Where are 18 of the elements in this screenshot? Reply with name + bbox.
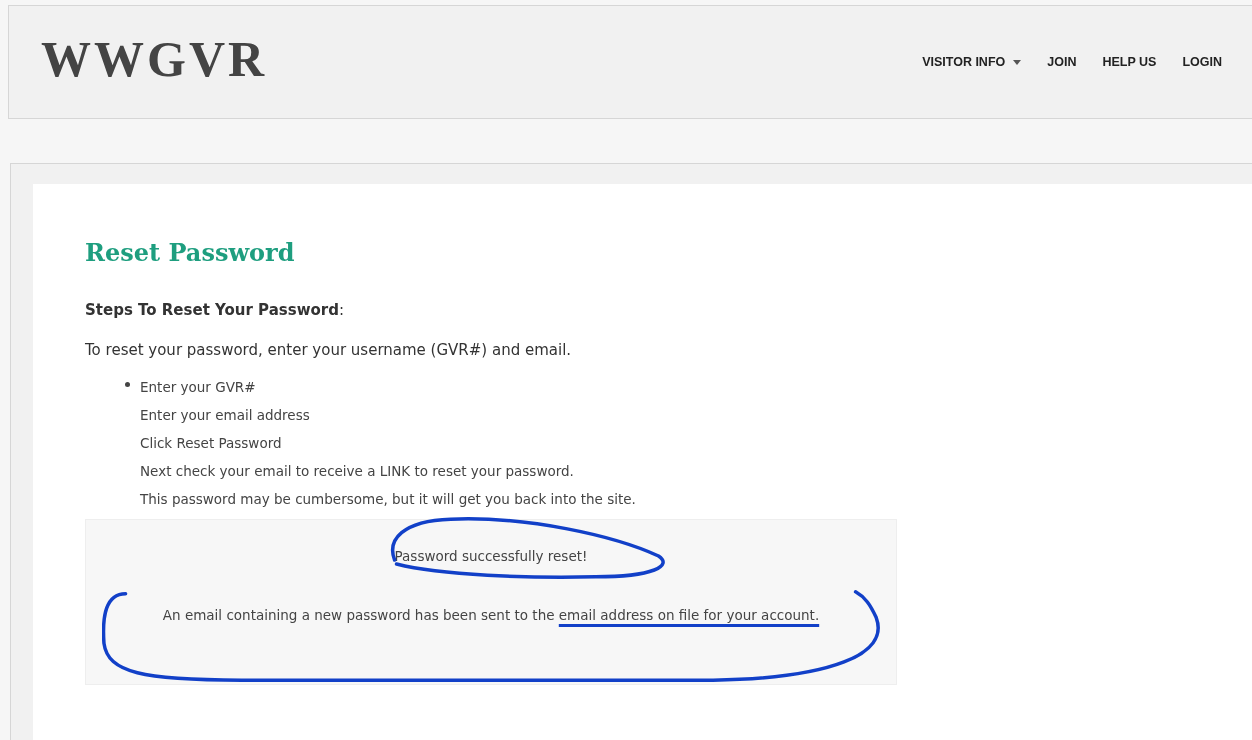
success-message: Password successfully reset! — [394, 548, 588, 564]
nav-link[interactable]: VISITOR INFO — [922, 55, 1022, 69]
step-text: Click Reset Password — [140, 434, 283, 453]
step-text: This password may be cumbersome, but it will get you back into the site. — [140, 490, 636, 509]
page-title: Reset Password — [85, 238, 296, 267]
nav-link[interactable]: JOIN — [1047, 55, 1077, 69]
account-email-link[interactable]: email address on file for your account. — [558, 607, 820, 623]
step-text: Enter your GVR# — [140, 378, 257, 397]
steps-heading: Steps To Reset Your Password: — [85, 301, 346, 319]
step-text: Next check your email to receive a LINK to reset your password. — [140, 462, 575, 481]
caret-icon — [1013, 59, 1022, 65]
nav-link[interactable]: HELP US — [1102, 55, 1157, 69]
step-text: Enter your email address — [140, 406, 311, 425]
bullet-icon — [125, 382, 130, 387]
site-logo[interactable]: WWGVR — [41, 30, 268, 88]
intro-text: To reset your password, enter your username (GVR#) and email. — [85, 341, 573, 359]
email-message: An email containing a new password has been sent to the email address on file for your account. — [161, 606, 821, 625]
nav-link[interactable]: LOGIN — [1182, 55, 1222, 69]
